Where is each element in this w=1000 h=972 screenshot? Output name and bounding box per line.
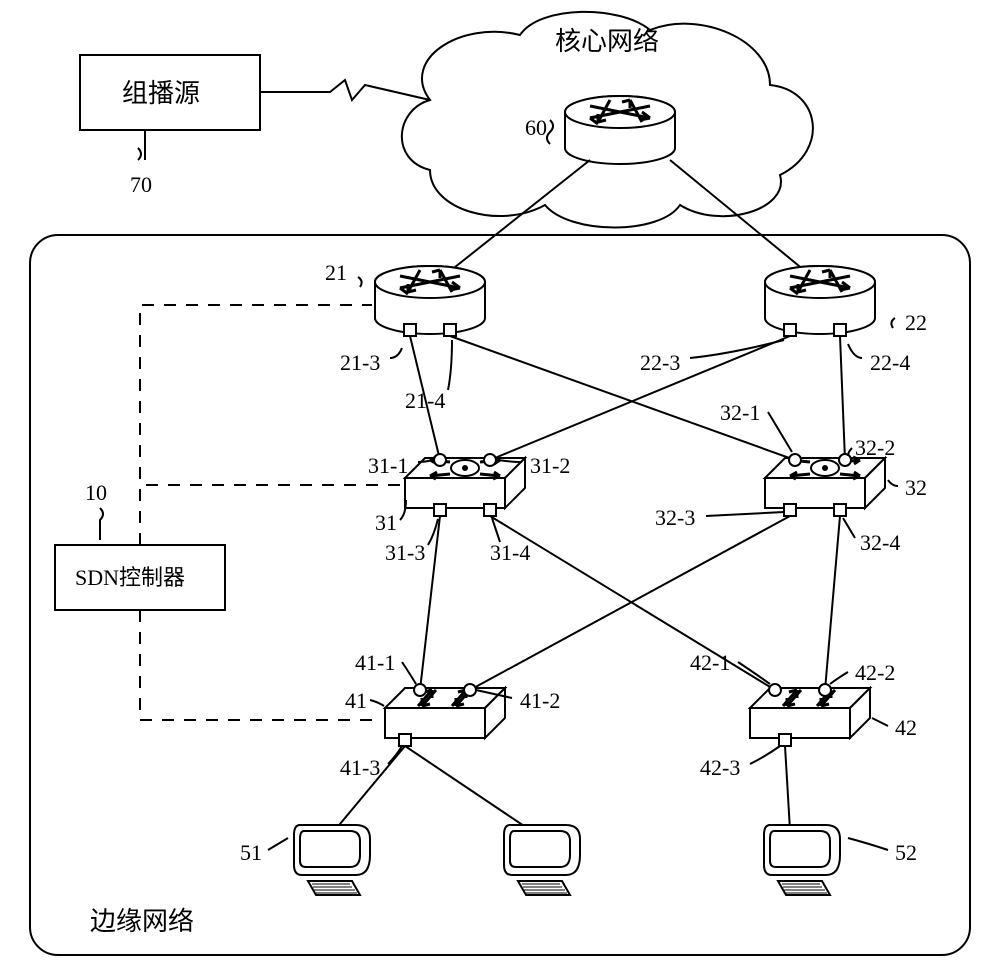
sdn-switch-31 xyxy=(405,457,525,508)
port-32-4 xyxy=(834,504,846,516)
link-31-42 xyxy=(490,516,775,690)
label-41-3: 41-3 xyxy=(340,755,380,780)
label-21-4: 21-4 xyxy=(405,388,445,413)
label-32-3: 32-3 xyxy=(655,505,695,530)
multicast-source-label: 组播源 xyxy=(122,79,200,108)
label-31-2: 31-2 xyxy=(530,453,570,478)
port-31-4 xyxy=(484,504,496,516)
port-42-3 xyxy=(779,734,791,746)
port-21-4 xyxy=(444,324,456,336)
label-41: 41 xyxy=(345,688,367,713)
label-31: 31 xyxy=(375,510,397,535)
port-41-2 xyxy=(464,684,476,696)
label-42-1: 42-1 xyxy=(690,650,730,675)
port-31-3 xyxy=(434,504,446,516)
port-22-4 xyxy=(834,324,846,336)
label-41-1: 41-1 xyxy=(355,650,395,675)
host-51 xyxy=(294,825,370,895)
label-22-3: 22-3 xyxy=(640,350,680,375)
diagram-canvas: 核心网络 60 组播源 70 边缘网络 21 22 SDN控制器 xyxy=(0,0,1000,972)
host-52 xyxy=(764,825,840,895)
core-router-icon xyxy=(565,96,675,164)
link-42-52 xyxy=(785,746,790,830)
label-32: 32 xyxy=(905,475,927,500)
access-switch-41 xyxy=(385,688,505,738)
label-31-4: 31-4 xyxy=(490,540,530,565)
port-31-2 xyxy=(484,454,496,466)
core-network-cloud: 核心网络 60 xyxy=(402,12,813,228)
access-switch-42 xyxy=(750,688,870,738)
port-42-1 xyxy=(769,684,781,696)
edge-network-label: 边缘网络 xyxy=(90,907,194,936)
label-51: 51 xyxy=(240,840,262,865)
port-32-1 xyxy=(789,454,801,466)
core-router-id: 60 xyxy=(525,115,547,140)
label-32-4: 32-4 xyxy=(860,530,900,555)
multicast-source: 组播源 70 xyxy=(80,55,260,197)
label-32-1: 32-1 xyxy=(720,400,760,425)
port-41-3 xyxy=(399,734,411,746)
port-32-2 xyxy=(839,454,851,466)
port-41-1 xyxy=(414,684,426,696)
label-42: 42 xyxy=(895,715,917,740)
label-21: 21 xyxy=(325,260,347,285)
link-22-32 xyxy=(840,336,845,460)
port-32-3 xyxy=(784,504,796,516)
link-32-42 xyxy=(825,516,840,690)
label-31-1: 31-1 xyxy=(368,453,408,478)
label-22-4: 22-4 xyxy=(870,350,910,375)
host-mid xyxy=(504,825,580,895)
label-31-3: 31-3 xyxy=(385,540,425,565)
core-network-label: 核心网络 xyxy=(555,27,659,56)
sdn-controller-id: 10 xyxy=(85,480,107,505)
link-source-to-core xyxy=(260,80,430,100)
sdn-switch-32 xyxy=(765,457,885,508)
label-42-3: 42-3 xyxy=(700,755,740,780)
sdn-controller-label: SDN控制器 xyxy=(75,565,185,590)
port-21-3 xyxy=(404,324,416,336)
multicast-source-id: 70 xyxy=(130,172,152,197)
port-22-3 xyxy=(784,324,796,336)
port-31-1 xyxy=(434,454,446,466)
label-42-2: 42-2 xyxy=(855,660,895,685)
edge-router-21: 21 xyxy=(325,260,485,334)
label-21-3: 21-3 xyxy=(340,350,380,375)
label-52: 52 xyxy=(895,840,917,865)
port-42-2 xyxy=(819,684,831,696)
label-32-2: 32-2 xyxy=(855,435,895,460)
label-41-2: 41-2 xyxy=(520,688,560,713)
label-22: 22 xyxy=(905,310,927,335)
link-41-mid xyxy=(405,746,530,830)
